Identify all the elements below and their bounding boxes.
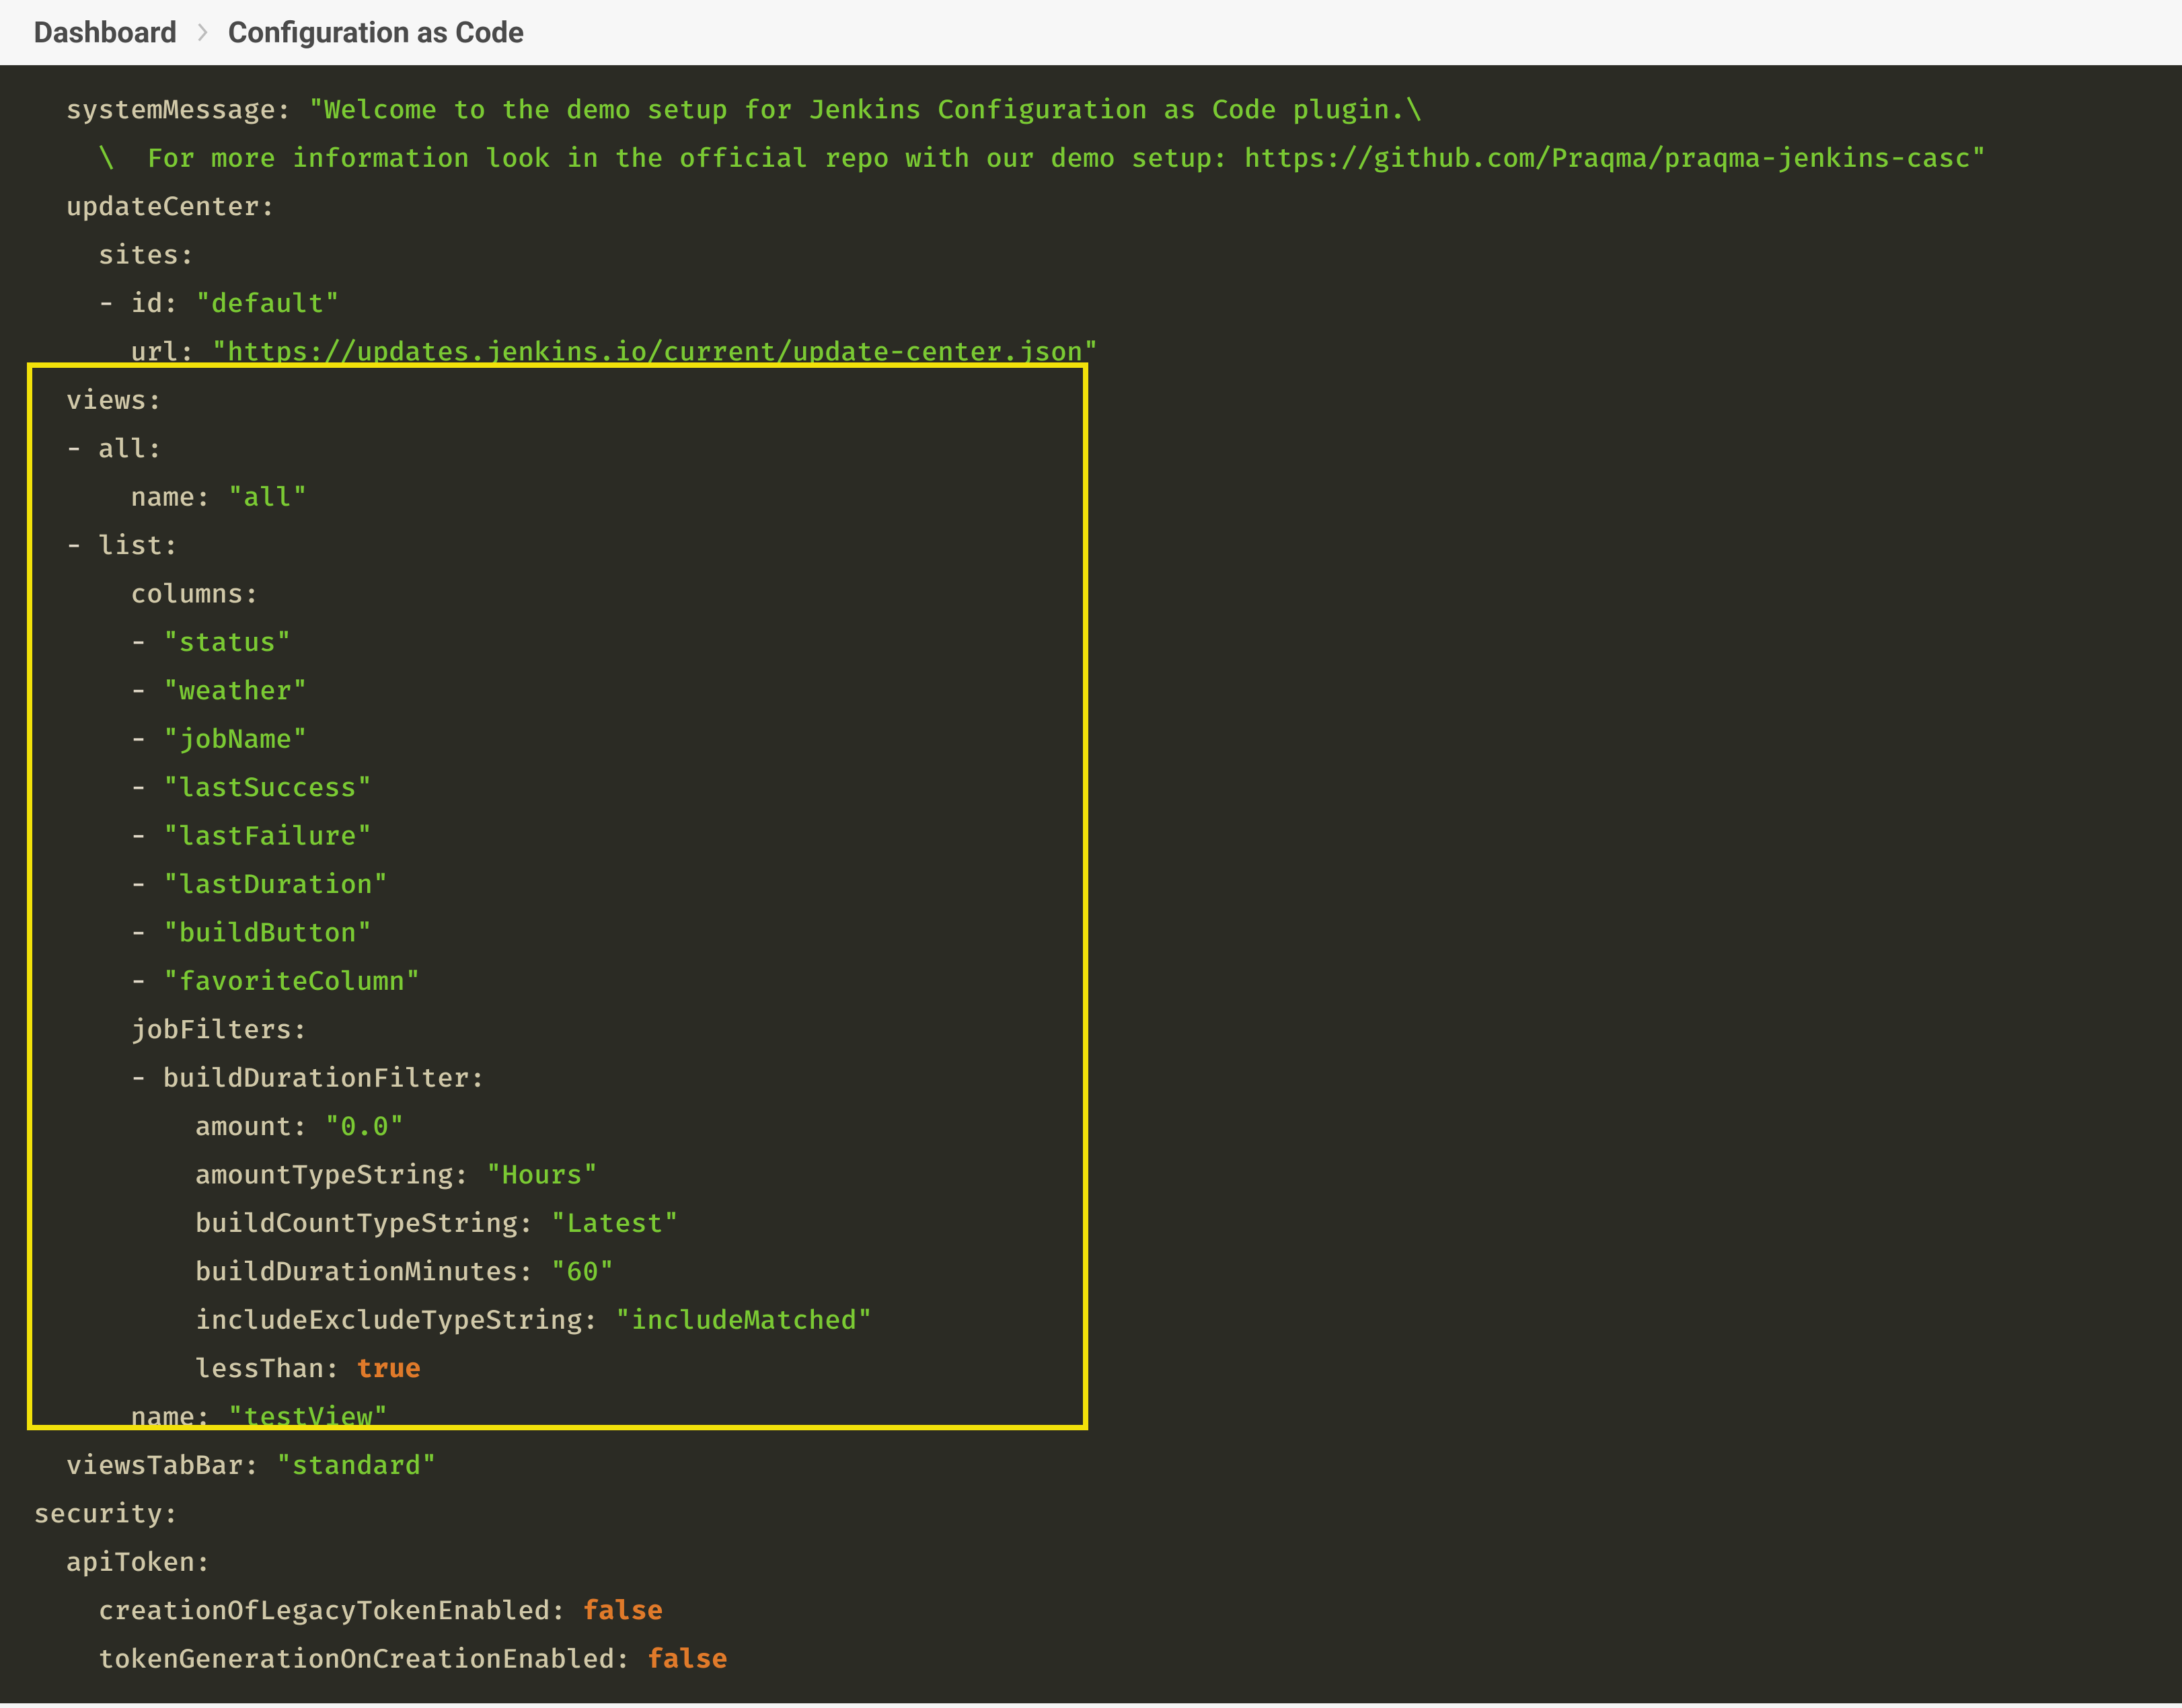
- breadcrumb-item-casc[interactable]: Configuration as Code: [228, 15, 524, 50]
- yaml-key: id: [130, 287, 163, 319]
- yaml-key: creationOfLegacyTokenEnabled: [98, 1594, 550, 1627]
- yaml-key: columns: [130, 578, 243, 610]
- yaml-key: sites: [98, 239, 179, 271]
- yaml-key: amountTypeString: [195, 1159, 453, 1191]
- yaml-boolean: true: [356, 1352, 421, 1385]
- yaml-string: "lastSuccess": [163, 771, 373, 804]
- yaml-string: "buildButton": [163, 917, 373, 949]
- yaml-key: amount: [195, 1110, 292, 1142]
- yaml-string: "Hours": [486, 1159, 599, 1191]
- yaml-string: "jobName": [163, 723, 308, 755]
- yaml-key: jobFilters: [130, 1013, 292, 1046]
- yaml-content: systemMessage: "Welcome to the demo setu…: [34, 85, 2148, 1683]
- yaml-string: "Latest": [550, 1207, 679, 1239]
- yaml-string: "status": [163, 626, 292, 658]
- yaml-string: "weather": [163, 674, 308, 707]
- yaml-key: includeExcludeTypeString: [195, 1304, 582, 1336]
- yaml-string: "lastFailure": [163, 820, 373, 852]
- yaml-boolean: false: [647, 1643, 728, 1675]
- yaml-key: buildDurationMinutes: [195, 1255, 518, 1288]
- yaml-key: security: [34, 1498, 163, 1530]
- yaml-key: name: [130, 1401, 195, 1433]
- yaml-key: all: [98, 432, 147, 465]
- yaml-key: buildCountTypeString: [195, 1207, 518, 1239]
- yaml-key: list: [98, 529, 163, 561]
- yaml-string: \ For more information look in the offic…: [34, 142, 1987, 174]
- yaml-string: "60": [550, 1255, 615, 1288]
- yaml-key: viewsTabBar: [66, 1449, 243, 1481]
- yaml-string: "Welcome to the demo setup for Jenkins C…: [308, 93, 1422, 126]
- chevron-right-icon: [196, 23, 209, 42]
- yaml-key: url: [130, 336, 179, 368]
- yaml-boolean: false: [582, 1594, 663, 1627]
- yaml-key: tokenGenerationOnCreationEnabled: [98, 1643, 615, 1675]
- yaml-key: lessThan: [195, 1352, 324, 1385]
- yaml-key: updateCenter: [66, 190, 260, 223]
- yaml-key: views: [66, 384, 147, 416]
- yaml-string: "includeMatched": [615, 1304, 873, 1336]
- breadcrumb: Dashboard Configuration as Code: [0, 0, 2182, 65]
- yaml-string: "all": [227, 481, 308, 513]
- yaml-key: apiToken: [66, 1546, 195, 1578]
- yaml-string: "favoriteColumn": [163, 965, 421, 997]
- yaml-string: "lastDuration": [163, 868, 389, 900]
- yaml-string: "https://updates.jenkins.io/current/upda…: [211, 336, 1099, 368]
- yaml-key: buildDurationFilter: [163, 1062, 469, 1094]
- yaml-key: systemMessage: [66, 93, 276, 126]
- yaml-string: "standard": [276, 1449, 437, 1481]
- yaml-string: "testView": [227, 1401, 389, 1433]
- yaml-string: "default": [195, 287, 340, 319]
- breadcrumb-item-dashboard[interactable]: Dashboard: [34, 15, 177, 50]
- yaml-string: "0.0": [324, 1110, 405, 1142]
- yaml-code-viewer: systemMessage: "Welcome to the demo setu…: [0, 65, 2182, 1703]
- yaml-key: name: [130, 481, 195, 513]
